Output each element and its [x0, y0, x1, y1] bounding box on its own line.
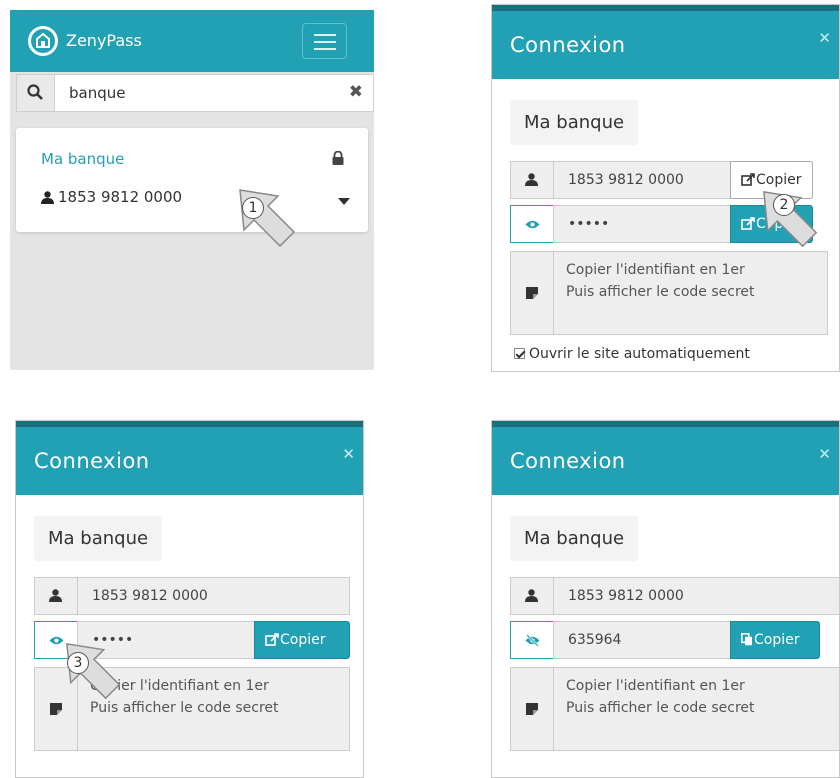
login-row: 1853 9812 0000: [34, 577, 350, 615]
modal-header: Connexion ✕: [492, 421, 839, 495]
connexion-modal-2: Connexion ✕ Ma banque 1853 9812 0000 •••…: [15, 420, 364, 778]
login-row: 1853 9812 0000: [510, 577, 839, 615]
auto-open-label: Ouvrir le site automatiquement: [529, 346, 750, 362]
notes-box: Copier l'identifiant en 1er Puis affiche…: [510, 667, 839, 751]
copy-password-button[interactable]: Copier: [254, 621, 350, 659]
modal-title: Connexion: [510, 33, 626, 57]
password-field[interactable]: 635964: [553, 621, 731, 659]
modal-header: Connexion ✕: [492, 5, 839, 79]
search-icon: [17, 75, 55, 111]
notes-text[interactable]: Copier l'identifiant en 1er Puis affiche…: [553, 667, 839, 751]
step-number-1: 1: [242, 197, 264, 219]
site-name-chip[interactable]: Ma banque: [510, 100, 639, 145]
modal-header: Connexion ✕: [16, 421, 363, 495]
modal-title: Connexion: [34, 449, 150, 473]
note-icon: [510, 251, 554, 335]
app-header: ZenyPass: [10, 10, 374, 72]
site-name-chip[interactable]: Ma banque: [510, 516, 639, 561]
eye-icon[interactable]: [510, 205, 554, 243]
password-row: 635964 Copier: [510, 621, 839, 659]
note-icon: [510, 667, 554, 751]
search-input[interactable]: [69, 81, 329, 105]
close-icon[interactable]: ✕: [818, 445, 831, 463]
pointer-arrow-icon: [239, 189, 296, 248]
clear-search-icon[interactable]: ✖: [349, 82, 363, 102]
notes-box: Copier l'identifiant en 1er Puis affiche…: [510, 251, 828, 335]
entry-card[interactable]: Ma banque 1853 9812 0000: [16, 128, 368, 232]
lock-icon: [332, 150, 344, 169]
search-bar: ✖: [16, 74, 374, 112]
copy-password-button[interactable]: Copier: [730, 621, 820, 659]
user-icon: [34, 577, 78, 615]
login-field[interactable]: 1853 9812 0000: [553, 161, 731, 199]
connexion-modal-3: Connexion ✕ Ma banque 1853 9812 0000 635…: [491, 420, 840, 778]
password-field[interactable]: •••••: [553, 205, 731, 243]
brand-name: ZenyPass: [66, 31, 142, 50]
external-link-icon: [265, 633, 279, 646]
entry-login: 1853 9812 0000: [58, 188, 183, 206]
app-panel: ZenyPass ✖ Ma banque 1853 9812 0000: [10, 10, 374, 370]
user-icon: [510, 161, 554, 199]
hamburger-menu-icon[interactable]: [302, 23, 347, 59]
auto-open-checkbox[interactable]: Ouvrir le site automatiquement: [514, 346, 750, 362]
close-icon[interactable]: ✕: [342, 445, 355, 463]
user-icon: [510, 577, 554, 615]
step-number-2: 2: [773, 194, 795, 216]
eye-slash-icon[interactable]: [510, 621, 554, 659]
modal-title: Connexion: [510, 449, 626, 473]
zenypass-logo-icon: [28, 26, 58, 56]
entry-login-row[interactable]: 1853 9812 0000: [41, 188, 182, 206]
caret-down-icon[interactable]: [338, 198, 350, 205]
external-link-icon: [741, 173, 755, 186]
site-name-chip[interactable]: Ma banque: [34, 516, 163, 561]
login-field[interactable]: 1853 9812 0000: [77, 577, 350, 615]
external-link-icon: [741, 217, 755, 230]
login-field[interactable]: 1853 9812 0000: [553, 577, 839, 615]
entry-title[interactable]: Ma banque: [41, 150, 124, 168]
checkbox-checked-icon[interactable]: [514, 348, 525, 359]
close-icon[interactable]: ✕: [818, 29, 831, 47]
step-number-3: 3: [67, 652, 89, 674]
clipboard-copy-icon: [741, 633, 752, 646]
notes-text[interactable]: Copier l'identifiant en 1er Puis affiche…: [553, 251, 828, 335]
user-icon: [41, 191, 54, 204]
